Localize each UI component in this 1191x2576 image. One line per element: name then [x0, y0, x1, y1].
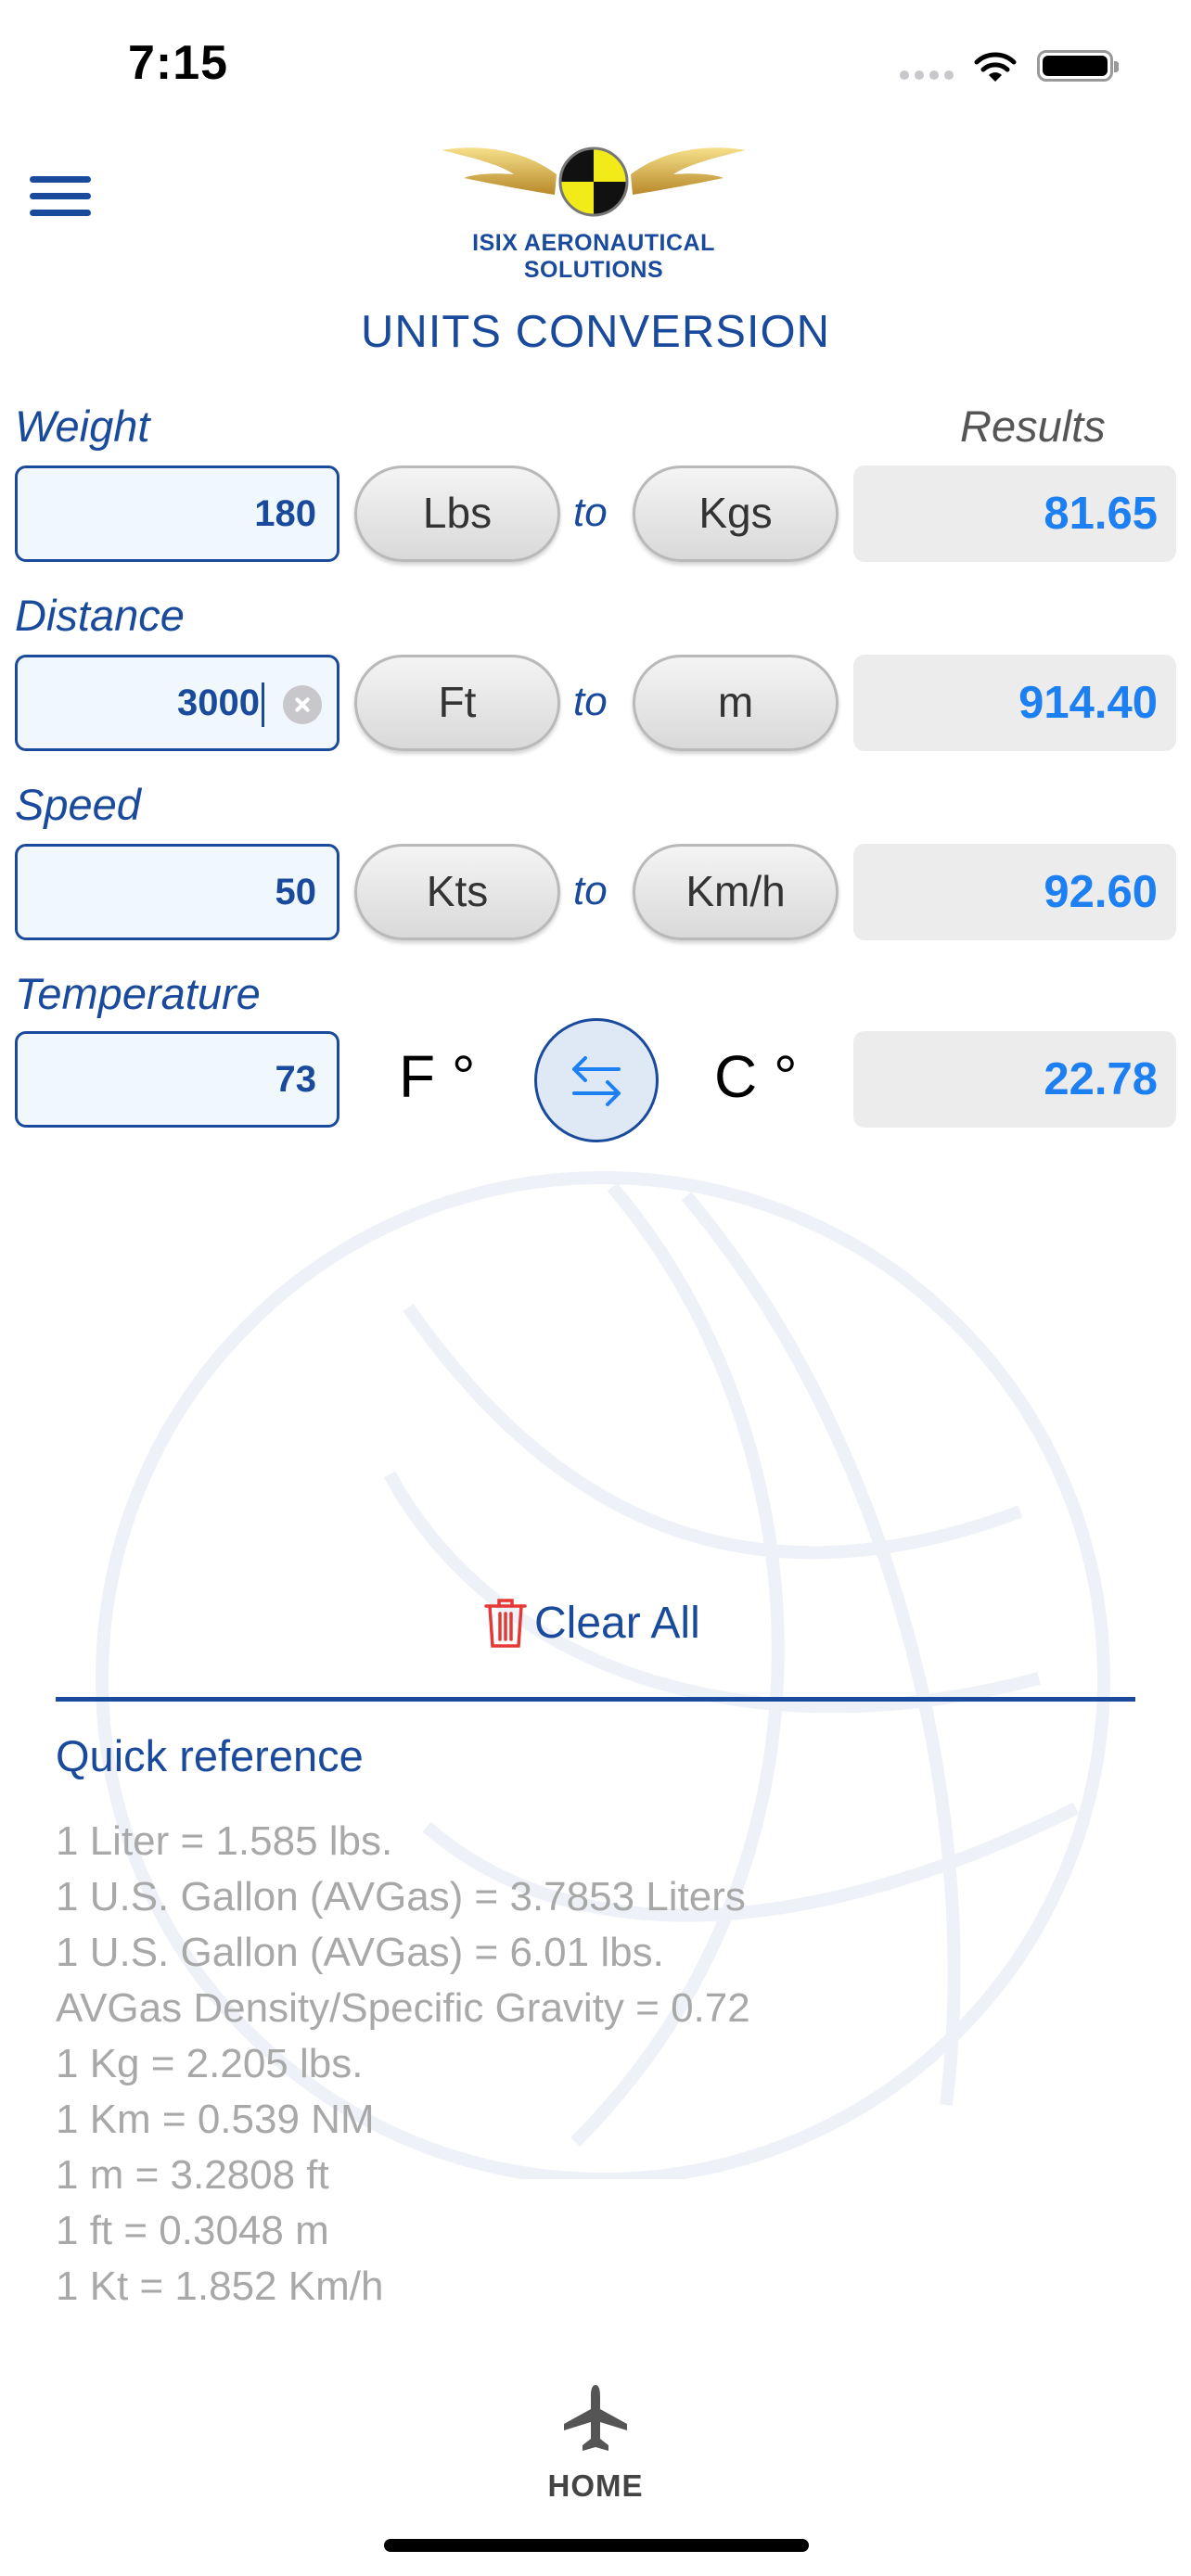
- results-label: Results: [960, 402, 1106, 451]
- winged-logo-icon: [442, 147, 746, 217]
- menu-button[interactable]: [30, 176, 95, 219]
- speed-to-unit-button[interactable]: Km/h: [633, 844, 839, 940]
- reference-item: AVGas Density/Specific Gravity = 0.72: [56, 1985, 750, 2031]
- weight-label: Weight: [15, 402, 150, 451]
- distance-to-unit-button[interactable]: m: [633, 655, 839, 751]
- distance-from-unit-button[interactable]: Ft: [354, 655, 560, 751]
- clear-all-label: Clear All: [534, 1598, 700, 1648]
- temperature-input[interactable]: 73: [15, 1031, 339, 1128]
- home-indicator: [384, 2539, 809, 2552]
- speed-input[interactable]: 50: [15, 844, 339, 940]
- weight-from-unit-button[interactable]: Lbs: [354, 465, 560, 562]
- temperature-from-unit: F °: [399, 1043, 476, 1110]
- text-cursor: [262, 682, 264, 728]
- speed-label: Speed: [15, 780, 141, 829]
- reference-item: 1 Kg = 2.205 lbs.: [56, 2041, 364, 2086]
- weight-to-unit-button[interactable]: Kgs: [633, 465, 839, 562]
- distance-label: Distance: [15, 591, 185, 640]
- tab-home-label: HOME: [547, 2468, 644, 2503]
- trash-icon: [484, 1599, 527, 1648]
- cellular-signal-icon: [900, 70, 959, 83]
- airplane-icon: [564, 2385, 627, 2451]
- clear-all-button[interactable]: Clear All: [482, 1590, 700, 1655]
- section-divider: [56, 1697, 1135, 1702]
- reference-item: 1 Km = 0.539 NM: [56, 2097, 375, 2142]
- reference-item: 1 Liter = 1.585 lbs.: [56, 1818, 393, 1864]
- weight-result: 81.65: [853, 465, 1176, 562]
- page-title: UNITS CONVERSION: [360, 307, 831, 357]
- temperature-result: 22.78: [853, 1031, 1176, 1128]
- weight-input[interactable]: 180: [15, 465, 339, 562]
- swap-units-button[interactable]: [534, 1018, 659, 1142]
- weight-to-label: to: [573, 490, 608, 535]
- distance-input-value: 3000: [177, 682, 260, 723]
- temperature-to-unit: C °: [714, 1043, 798, 1110]
- tab-home[interactable]: HOME: [519, 2374, 672, 2513]
- quick-reference-list: 1 Liter = 1.585 lbs. 1 U.S. Gallon (AVGa…: [56, 1814, 750, 2315]
- status-time: 7:15: [128, 36, 229, 90]
- reference-item: 1 U.S. Gallon (AVGas) = 3.7853 Liters: [56, 1874, 746, 1919]
- wifi-icon: [974, 52, 1017, 82]
- distance-input[interactable]: 3000: [15, 655, 339, 751]
- swap-arrows-icon: [572, 1056, 621, 1106]
- reference-item: 1 m = 3.2808 ft: [56, 2152, 329, 2198]
- logo-text: ISIX AERONAUTICAL SOLUTIONS: [472, 230, 715, 283]
- temperature-label: Temperature: [15, 969, 261, 1018]
- speed-to-label: to: [573, 868, 608, 913]
- quick-reference-title: Quick reference: [56, 1731, 364, 1780]
- distance-result: 914.40: [853, 655, 1176, 751]
- battery-icon: [1037, 50, 1119, 82]
- reference-item: 1 U.S. Gallon (AVGas) = 6.01 lbs.: [56, 1930, 664, 1975]
- app-logo: ISIX AERONAUTICAL SOLUTIONS: [436, 137, 751, 283]
- speed-from-unit-button[interactable]: Kts: [354, 844, 560, 940]
- clear-field-icon[interactable]: [283, 685, 322, 724]
- distance-to-label: to: [573, 679, 608, 724]
- reference-item: 1 ft = 0.3048 m: [56, 2208, 329, 2253]
- reference-item: 1 Kt = 1.852 Km/h: [56, 2264, 384, 2309]
- speed-result: 92.60: [853, 844, 1176, 940]
